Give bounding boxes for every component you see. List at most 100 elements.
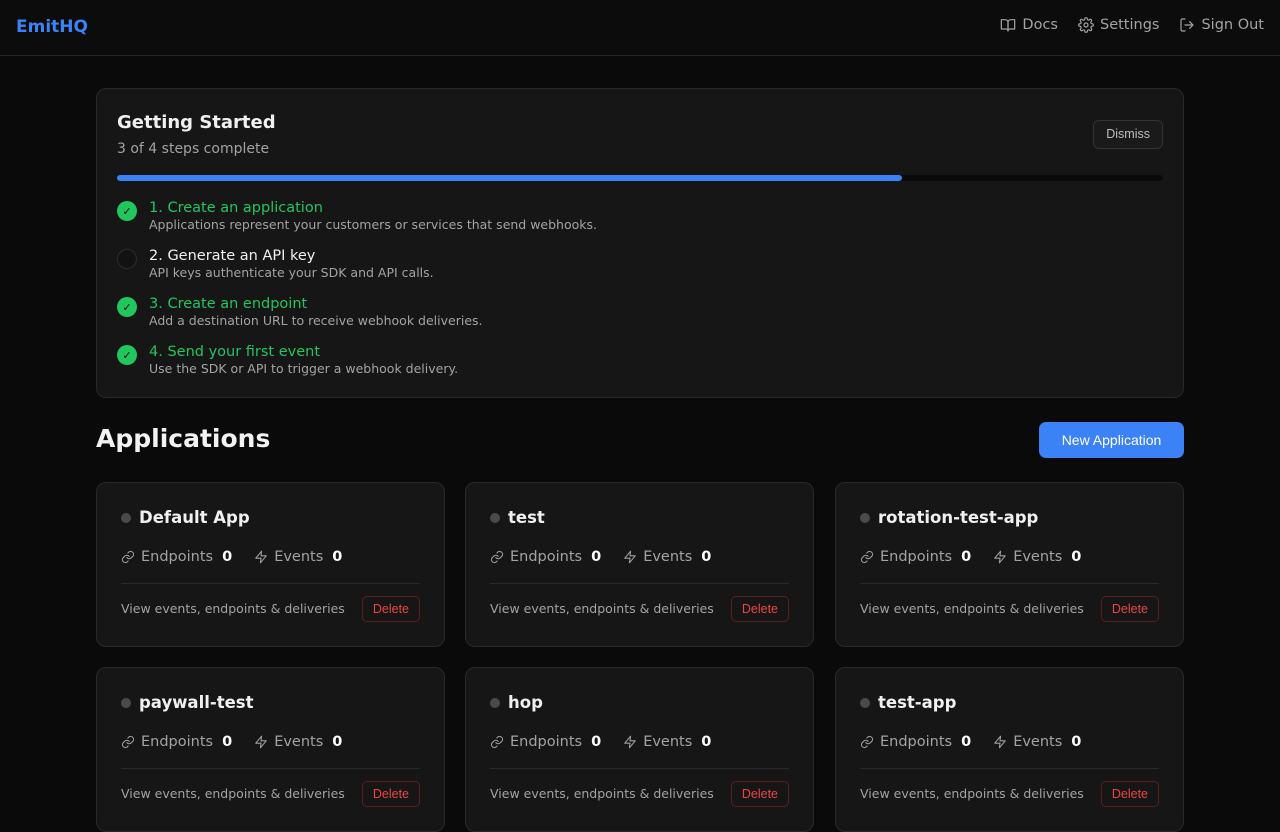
view-details-link[interactable]: View events, endpoints & deliveries [121,786,345,801]
step-title: 4. Send your first event [149,344,321,360]
delete-button[interactable]: Delete [1100,781,1159,807]
dismiss-button[interactable]: Dismiss [1093,120,1163,149]
delete-button[interactable]: Delete [361,781,420,807]
delete-button[interactable]: Delete [730,596,789,622]
application-name[interactable]: test-app [878,693,956,712]
sign-out-link[interactable]: Sign Out [1179,17,1264,33]
onboarding-step: ✓ 4. Send your first event Use the SDK or … [117,343,458,377]
events-stat: Events 0 [254,549,342,565]
docs-link[interactable]: Docs [1000,17,1058,33]
card-divider [860,583,1159,584]
application-card[interactable]: test Endpoints 0 Events 0 View events, endpoi… [465,482,814,647]
empty-circle-icon [117,249,137,269]
step-title: 3. Create an endpoint [149,296,308,312]
events-stat: Events 0 [993,734,1081,750]
application-name[interactable]: test [508,508,545,527]
lightning-icon [624,550,636,564]
endpoints-stat: Endpoints 0 [121,734,232,750]
link-icon [490,735,504,749]
status-dot-icon [121,697,131,708]
endpoints-count: 0 [222,549,233,565]
endpoints-label: Endpoints [880,734,953,750]
lightning-icon [994,550,1006,564]
endpoints-count: 0 [591,734,602,750]
application-stats: Endpoints 0 Events 0 [490,734,711,750]
application-name[interactable]: hop [508,693,543,712]
step-description: API keys authenticate your SDK and API c… [149,265,434,280]
events-count: 0 [701,549,712,565]
application-card[interactable]: rotation-test-app Endpoints 0 Events 0 View e… [835,482,1184,647]
card-divider [121,768,420,769]
endpoints-stat: Endpoints 0 [860,734,971,750]
endpoints-stat: Endpoints 0 [121,549,232,565]
delete-button[interactable]: Delete [361,596,420,622]
view-details-link[interactable]: View events, endpoints & deliveries [860,601,1084,616]
card-divider [490,583,789,584]
lightning-icon [994,735,1006,749]
application-stats: Endpoints 0 Events 0 [490,549,711,565]
events-label: Events [1013,734,1063,750]
application-card-header: hop [490,693,543,712]
application-card[interactable]: Default App Endpoints 0 Events 0 View events,… [96,482,445,647]
link-icon [121,550,135,564]
status-dot-icon [490,512,500,523]
events-count: 0 [1071,734,1082,750]
application-card[interactable]: test-app Endpoints 0 Events 0 View events, en… [835,667,1184,832]
check-circle-icon: ✓ [117,201,137,221]
onboarding-step: ✓ 1. Create an application Applications re… [117,199,597,233]
step-description: Add a destination URL to receive webhook… [149,313,483,328]
lightning-icon [255,550,267,564]
endpoints-count: 0 [961,734,972,750]
view-details-link[interactable]: View events, endpoints & deliveries [860,786,1084,801]
lightning-icon [255,735,267,749]
application-name[interactable]: rotation-test-app [878,508,1038,527]
endpoints-count: 0 [591,549,602,565]
status-dot-icon [490,697,500,708]
getting-started-title: Getting Started [117,112,276,133]
application-card-header: rotation-test-app [860,508,1038,527]
card-divider [860,768,1159,769]
link-icon [490,550,504,564]
view-details-link[interactable]: View events, endpoints & deliveries [490,786,714,801]
progress-bar [117,175,1163,181]
sign-out-icon [1180,18,1195,32]
status-dot-icon [121,512,131,523]
application-card-header: test [490,508,545,527]
events-count: 0 [701,734,712,750]
brand-logo[interactable]: EmitHQ [16,17,88,37]
card-divider [490,768,789,769]
docs-label: Docs [1022,17,1058,33]
application-card[interactable]: paywall-test Endpoints 0 Events 0 View events… [96,667,445,832]
delete-button[interactable]: Delete [1100,596,1159,622]
endpoints-stat: Endpoints 0 [860,549,971,565]
onboarding-step: ✓ 3. Create an endpoint Add a destination … [117,295,483,329]
status-dot-icon [860,512,870,523]
endpoints-label: Endpoints [510,549,583,565]
settings-label: Settings [1099,17,1160,33]
settings-link[interactable]: Settings [1078,17,1159,33]
step-description: Applications represent your customers or… [149,217,598,232]
events-count: 0 [332,734,343,750]
application-card-header: test-app [860,693,956,712]
view-details-link[interactable]: View events, endpoints & deliveries [490,601,714,616]
new-application-button[interactable]: New Application [1039,422,1184,458]
getting-started-panel: Getting Started 3 of 4 steps complete Di… [96,88,1184,398]
events-label: Events [274,549,324,565]
events-label: Events [643,549,693,565]
application-name[interactable]: Default App [139,508,250,527]
step-title: 1. Create an application [149,200,323,216]
view-details-link[interactable]: View events, endpoints & deliveries [121,601,345,616]
application-card[interactable]: hop Endpoints 0 Events 0 View events, endpoin… [465,667,814,832]
top-nav: Docs Settings Sign Out [1000,17,1264,33]
events-label: Events [643,734,693,750]
application-stats: Endpoints 0 Events 0 [860,734,1081,750]
step-title: 2. Generate an API key [149,248,316,264]
endpoints-label: Endpoints [141,734,214,750]
check-circle-icon: ✓ [117,345,137,365]
onboarding-step: 2. Generate an API key API keys authentic… [117,247,434,281]
events-count: 0 [332,549,343,565]
delete-button[interactable]: Delete [730,781,789,807]
link-icon [860,735,874,749]
applications-heading: Applications [96,424,271,453]
application-name[interactable]: paywall-test [139,693,254,712]
